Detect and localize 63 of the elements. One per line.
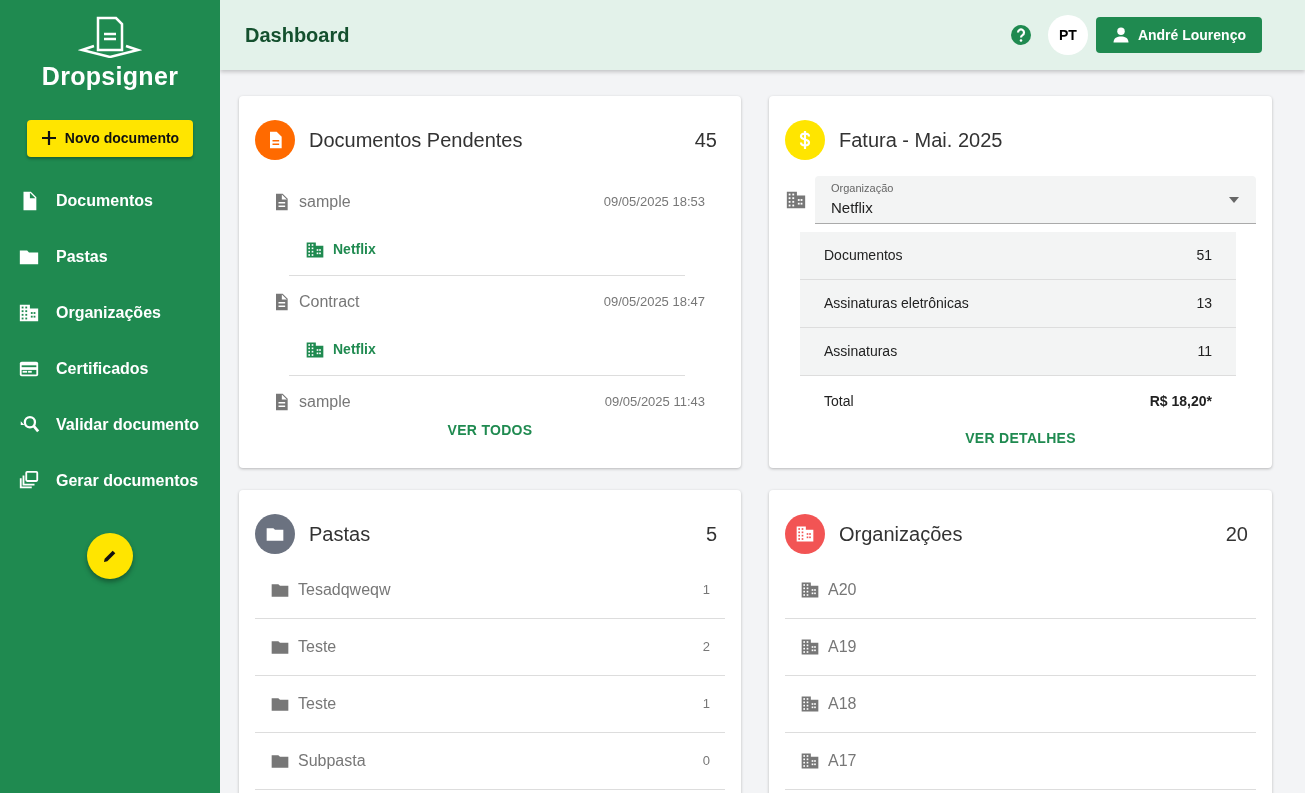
nav-item[interactable]: Documentos [0,172,220,229]
page-title: Dashboard [245,23,350,48]
help-icon[interactable] [1009,24,1032,46]
card-title: Fatura - Mai. 2025 [839,128,1003,153]
document-date: 09/05/2025 18:47 [603,293,705,312]
dropdown-arrow-icon [1228,195,1240,204]
item-count: 5 [705,522,717,547]
folder-count: 2 [702,638,710,657]
view-all-link[interactable]: VER TODOS [441,419,539,442]
edit-button[interactable] [87,532,133,579]
organization-name[interactable]: A20 [828,578,857,602]
plus-icon [40,130,57,146]
invoice-value: 51 [1196,246,1212,265]
invoice-label: Assinaturas eletrônicas [824,294,969,313]
invoice-value: 13 [1196,294,1212,313]
user-menu-button[interactable]: André Lourenço [1095,17,1262,53]
organization-name[interactable]: A17 [828,749,857,773]
brand-name: Dropsigner [41,61,179,92]
organization-name[interactable]: A18 [828,692,857,716]
building-icon [800,637,820,657]
invoice-value: 11 [1197,342,1212,361]
building-icon [795,524,815,544]
document-date: 09/05/2025 11:43 [604,393,705,412]
document-name[interactable]: sample [299,190,351,214]
folder-name[interactable]: Tesadqweqw [298,578,391,602]
total-label: Total [824,391,854,411]
card-title: Documentos Pendentes [309,128,523,153]
document-name[interactable]: sample [299,390,351,414]
select-label: Organização [831,181,895,196]
nav-item[interactable]: Validar documento [0,396,220,453]
building-icon [800,694,820,714]
nav-item[interactable]: Organizações [0,284,220,341]
card-title: Organizações [839,522,963,547]
language-button[interactable]: PT [1047,15,1088,55]
folder-name[interactable]: Teste [298,635,337,659]
folder-count: 1 [702,581,710,600]
building-icon [800,580,820,600]
nav-item[interactable]: Certificados [0,340,220,397]
organization-name: Netflix [333,240,376,259]
nav-item[interactable]: Gerar documentos [0,452,220,509]
user-icon [1111,26,1130,44]
item-count: 20 [1225,522,1248,547]
building-icon [785,189,807,211]
organization-name: Netflix [333,340,376,359]
card-title: Pastas [309,522,371,547]
total-value: R$ 18,20* [1149,391,1212,411]
organization-select[interactable]: Organização Netflix [815,176,1256,224]
invoice-label: Assinaturas [824,342,898,361]
new-document-button[interactable]: Novo documento [26,119,194,157]
folder-name[interactable]: Subpasta [298,749,366,773]
logo-icon [78,16,142,58]
document-date: 09/05/2025 18:53 [603,193,705,212]
folder-count: 1 [702,695,710,714]
item-count: 45 [694,128,717,153]
document-name[interactable]: Contract [299,290,360,314]
nav-item[interactable]: Pastas [0,228,220,285]
folder-count: 0 [702,752,710,771]
view-details-link[interactable]: VER DETALHES [959,427,1082,450]
building-icon [800,751,820,771]
organization-name[interactable]: A19 [828,635,857,659]
folder-name[interactable]: Teste [298,692,337,716]
select-value: Netflix [831,197,874,218]
invoice-label: Documentos [824,246,903,265]
